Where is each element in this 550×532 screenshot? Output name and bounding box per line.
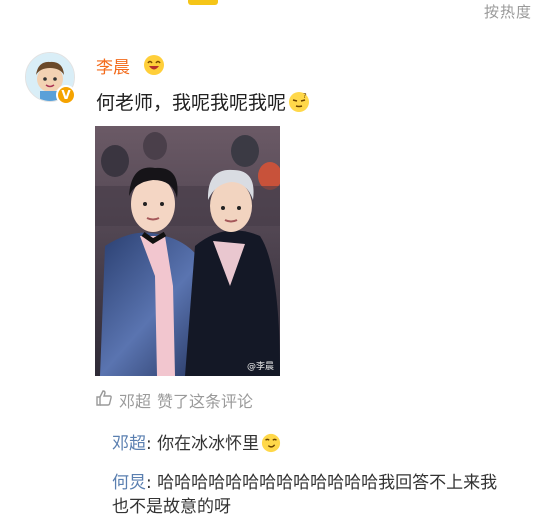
comment-photo[interactable]: @李晨	[95, 126, 280, 376]
comment-username[interactable]: 李晨	[96, 53, 130, 78]
photo-watermark: @李晨	[246, 362, 274, 372]
sort-by-hot-tab[interactable]: 按热度	[484, 1, 532, 22]
reply-list: 邓超: 你在冰冰怀里 何炅: 哈哈哈哈哈哈哈哈哈哈哈哈哈我回答不上来我也不是故意…	[112, 432, 507, 530]
like-user[interactable]: 邓超	[119, 388, 151, 412]
tab-indicator	[188, 0, 218, 5]
smirk-face-icon	[261, 433, 281, 460]
comment-text: 何老师，我呢我呢我呢	[96, 92, 287, 114]
like-row: 邓超 赞了这条评论	[95, 388, 253, 412]
reply-author[interactable]: 邓超	[112, 434, 146, 454]
reply-item: 何炅: 哈哈哈哈哈哈哈哈哈哈哈哈哈我回答不上来我也不是故意的呀	[112, 471, 507, 519]
like-text: 赞了这条评论	[157, 392, 254, 411]
photo-image	[95, 126, 280, 376]
lol-face-icon	[143, 54, 165, 80]
reply-author[interactable]: 何炅	[112, 473, 146, 493]
comment-text-line: 何老师，我呢我呢我呢 ?	[96, 88, 310, 118]
reply-separator: :	[146, 473, 158, 493]
verified-v-icon: V	[56, 85, 76, 105]
reply-text: 哈哈哈哈哈哈哈哈哈哈哈哈哈我回答不上来我也不是故意的呀	[112, 473, 498, 517]
svg-text:?: ?	[303, 92, 307, 100]
squint-face-icon: ?	[288, 91, 310, 118]
reply-separator: :	[146, 434, 158, 454]
reply-text: 你在冰冰怀里	[157, 434, 260, 454]
reply-item: 邓超: 你在冰冰怀里	[112, 432, 507, 460]
thumbs-up-icon[interactable]	[95, 389, 113, 411]
top-strip: 按热度	[0, 0, 550, 22]
